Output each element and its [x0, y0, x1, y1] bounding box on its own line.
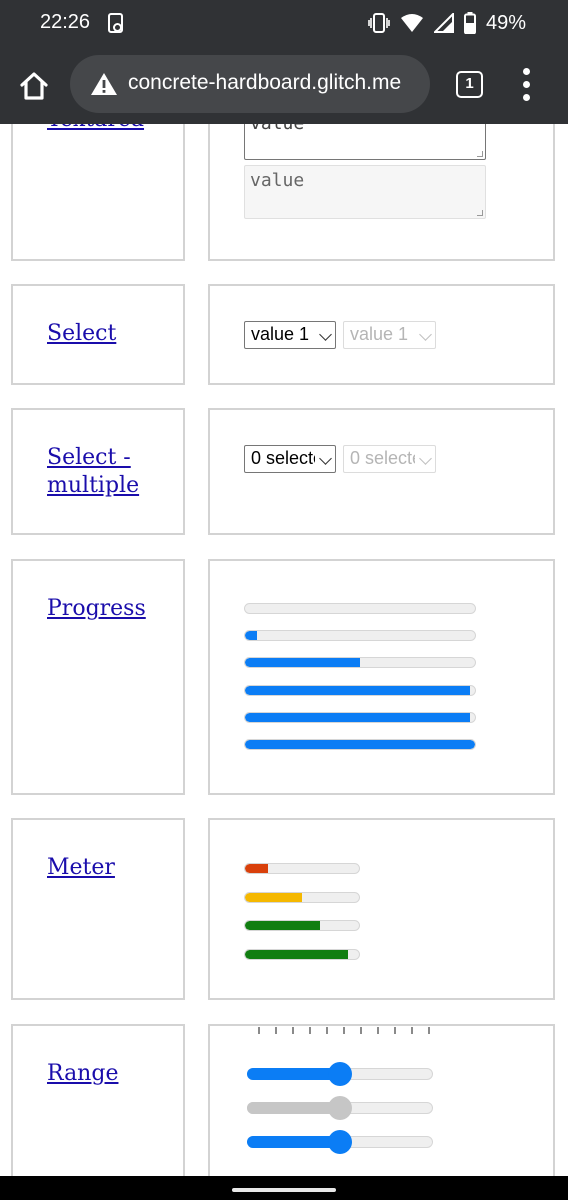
- meter-fill: [245, 892, 302, 902]
- range-thumb[interactable]: [328, 1130, 352, 1154]
- range-tick: [292, 1027, 294, 1034]
- range-tick: [326, 1027, 328, 1034]
- battery-percent: 49%: [485, 11, 526, 34]
- chevron-down-icon: [319, 328, 332, 341]
- meter-bar: [244, 948, 360, 960]
- link-select-multiple[interactable]: Select - multiple: [47, 444, 157, 500]
- meter-fill: [245, 949, 348, 959]
- link-select[interactable]: Select: [47, 320, 167, 348]
- meter-bar: [244, 920, 360, 931]
- textarea-disabled: value: [244, 165, 486, 219]
- progress-fill: [245, 685, 471, 695]
- select-disabled-value: value 1: [350, 324, 409, 344]
- range-tick: [411, 1027, 413, 1034]
- signal-icon: [433, 13, 454, 33]
- gesture-nav-bar: [0, 1176, 568, 1200]
- meter-bar: [244, 863, 360, 874]
- warning-icon[interactable]: [90, 72, 118, 96]
- select-multiple-dropdown[interactable]: 0 selected: [244, 445, 336, 473]
- chevron-down-icon: [419, 452, 432, 465]
- link-meter[interactable]: Meter: [47, 854, 167, 882]
- label-cell-textarea: [11, 124, 185, 261]
- range-tick: [275, 1027, 277, 1034]
- address-bar[interactable]: concrete-hardboard.glitch.me: [70, 55, 430, 113]
- home-icon[interactable]: [14, 66, 54, 106]
- textarea-input[interactable]: value: [244, 124, 486, 160]
- select-multiple-disabled: 0 selected: [343, 445, 436, 473]
- chevron-down-icon: [419, 328, 432, 341]
- meter-fill: [245, 864, 268, 873]
- select-multiple-value: 0 selected: [251, 448, 315, 468]
- url-text[interactable]: concrete-hardboard.glitch.me: [128, 71, 424, 95]
- range-tick: [428, 1027, 430, 1034]
- link-textarea[interactable]: Textarea: [47, 124, 167, 134]
- progress-bar: [244, 684, 476, 696]
- select-value: value 1: [251, 324, 310, 344]
- label-cell-meter: [11, 818, 185, 1000]
- range-tick: [258, 1027, 260, 1034]
- progress-fill: [245, 740, 475, 749]
- range-slider-disabled: [247, 1096, 433, 1120]
- meter-bar: [244, 891, 360, 903]
- progress-bar: [244, 739, 476, 750]
- progress-fill: [245, 658, 360, 668]
- browser-toolbar: concrete-hardboard.glitch.me 1: [0, 46, 568, 124]
- range-slider[interactable]: [247, 1130, 433, 1154]
- page-content: Textarea value value Select value 1 valu…: [0, 124, 568, 1176]
- link-range[interactable]: Range: [47, 1060, 167, 1088]
- resize-grip-icon[interactable]: [477, 151, 483, 157]
- meter-fill: [245, 921, 321, 930]
- select-dropdown[interactable]: value 1: [244, 321, 336, 349]
- textarea-disabled-value: value: [250, 170, 305, 191]
- range-tick: [309, 1027, 311, 1034]
- progress-bar: [244, 630, 476, 642]
- textarea-value: value: [250, 124, 304, 134]
- progress-bar: [244, 657, 476, 669]
- progress-fill: [245, 631, 257, 641]
- range-tick: [343, 1027, 345, 1034]
- range-tick: [377, 1027, 379, 1034]
- range-tick-marks: [258, 1027, 430, 1037]
- select-disabled: value 1: [343, 321, 436, 349]
- more-vert-icon[interactable]: [516, 68, 538, 102]
- progress-bar: [244, 603, 476, 614]
- range-fill: [247, 1102, 340, 1114]
- demo-cell-progress: [208, 559, 555, 795]
- chevron-down-icon: [319, 452, 332, 465]
- select-multiple-disabled-value: 0 selected: [350, 448, 415, 468]
- range-slider[interactable]: [247, 1062, 433, 1086]
- label-cell-range: [11, 1024, 185, 1176]
- range-tick: [360, 1027, 362, 1034]
- range-tick: [394, 1027, 396, 1034]
- status-icons: 49%: [368, 10, 526, 36]
- wifi-icon: [400, 14, 423, 32]
- demo-cell-meter: [208, 818, 555, 1000]
- home-gesture-handle[interactable]: [232, 1188, 336, 1192]
- progress-bar: [244, 711, 476, 723]
- status-bar: 22:26 49%: [0, 0, 568, 46]
- sim-card-icon: [108, 13, 123, 33]
- range-fill: [247, 1068, 340, 1080]
- resize-grip-icon: [477, 210, 483, 216]
- vibrate-icon: [368, 13, 390, 33]
- link-progress[interactable]: Progress: [47, 595, 167, 623]
- progress-fill: [245, 712, 471, 722]
- range-fill: [247, 1136, 340, 1148]
- range-thumb[interactable]: [328, 1062, 352, 1086]
- battery-icon: [463, 12, 476, 34]
- range-thumb: [328, 1096, 352, 1120]
- tabs-icon[interactable]: 1: [456, 71, 483, 98]
- status-time: 22:26: [40, 11, 91, 33]
